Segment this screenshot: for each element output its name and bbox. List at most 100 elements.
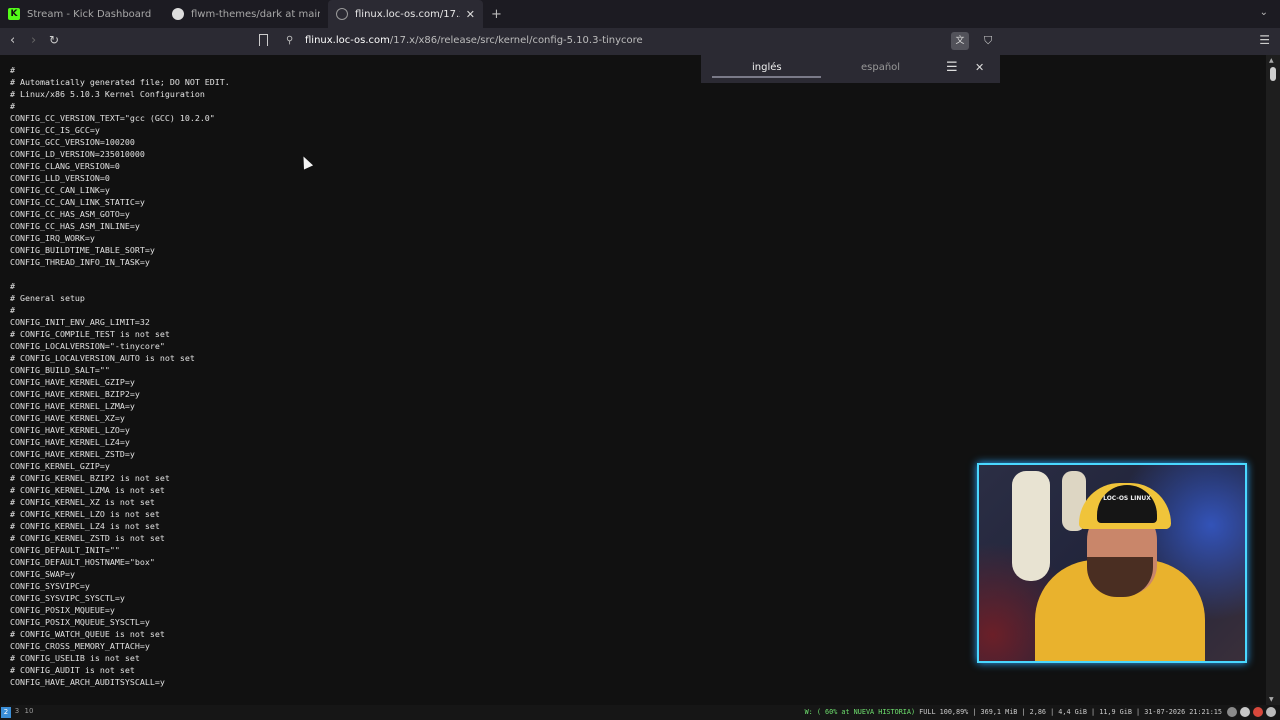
translation-menu-icon[interactable]: ☰ bbox=[946, 60, 958, 75]
guitar-image bbox=[1012, 471, 1050, 581]
config-comment-line: # CONFIG_KERNEL_LZO is not set bbox=[10, 509, 160, 519]
config-line: CONFIG_HAVE_KERNEL_LZ4=y bbox=[10, 437, 130, 447]
config-line: CONFIG_SWAP=y bbox=[10, 569, 75, 579]
globe-icon bbox=[336, 8, 348, 20]
config-line: CONFIG_POSIX_MQUEUE=y bbox=[10, 605, 115, 615]
config-line: CONFIG_HAVE_KERNEL_BZIP2=y bbox=[10, 389, 140, 399]
record-icon[interactable] bbox=[1253, 707, 1263, 717]
config-line: CONFIG_IRQ_WORK=y bbox=[10, 233, 95, 243]
chevron-down-icon[interactable]: ⌄ bbox=[1260, 7, 1268, 18]
wifi-status: W: ( 60% at NUEVA HISTORIA) bbox=[804, 708, 916, 716]
settings-icon[interactable] bbox=[1266, 707, 1276, 717]
config-comment-line: # bbox=[10, 305, 15, 315]
config-line: CONFIG_SYSVIPC_SYSCTL=y bbox=[10, 593, 125, 603]
config-comment-line: # CONFIG_COMPILE_TEST is not set bbox=[10, 329, 170, 339]
close-icon[interactable]: ✕ bbox=[975, 61, 984, 74]
selected-tab-indicator bbox=[712, 76, 821, 78]
config-comment-line: # bbox=[10, 65, 15, 75]
workspace-10[interactable]: 10 bbox=[24, 707, 34, 715]
config-line: CONFIG_BUILDTIME_TABLE_SORT=y bbox=[10, 245, 155, 255]
config-line: CONFIG_GCC_VERSION=100200 bbox=[10, 137, 135, 147]
config-line: CONFIG_LD_VERSION=235010000 bbox=[10, 149, 145, 159]
site-info-icon[interactable]: ⚲ bbox=[286, 35, 293, 46]
menu-icon[interactable]: ☰ bbox=[1259, 33, 1270, 47]
translate-icon[interactable]: 文 bbox=[951, 32, 969, 50]
config-comment-line: # CONFIG_KERNEL_ZSTD is not set bbox=[10, 533, 165, 543]
kick-icon: K bbox=[8, 8, 20, 20]
status-bar-text: W: ( 60% at NUEVA HISTORIA) FULL 100,89%… bbox=[805, 708, 1222, 716]
config-line: CONFIG_HAVE_KERNEL_ZSTD=y bbox=[10, 449, 135, 459]
bookmark-icon[interactable] bbox=[259, 34, 268, 46]
config-line: CONFIG_HAVE_KERNEL_LZO=y bbox=[10, 425, 130, 435]
reload-button[interactable]: ↻ bbox=[49, 33, 59, 47]
scroll-thumb[interactable] bbox=[1270, 67, 1276, 81]
config-line: CONFIG_HAVE_KERNEL_GZIP=y bbox=[10, 377, 135, 387]
config-line: CONFIG_LLD_VERSION=0 bbox=[10, 173, 110, 183]
tab-kick-dashboard[interactable]: K Stream - Kick Dashboard bbox=[0, 0, 164, 28]
scroll-down-icon[interactable]: ▼ bbox=[1269, 696, 1274, 703]
config-line: CONFIG_LOCALVERSION="-tinycore" bbox=[10, 341, 165, 351]
config-line: CONFIG_CROSS_MEMORY_ATTACH=y bbox=[10, 641, 150, 651]
workspace-3[interactable]: 3 bbox=[12, 707, 22, 715]
tab-source-language[interactable]: inglés bbox=[752, 62, 782, 73]
close-tab-icon[interactable]: ✕ bbox=[466, 8, 475, 21]
config-comment-line: # CONFIG_KERNEL_LZMA is not set bbox=[10, 485, 165, 495]
tab-label: flinux.loc-os.com/17.x/x86 bbox=[355, 8, 460, 20]
config-line: CONFIG_HAVE_KERNEL_XZ=y bbox=[10, 413, 125, 423]
github-icon bbox=[172, 8, 184, 20]
config-line: CONFIG_HAVE_ARCH_AUDITSYSCALL=y bbox=[10, 677, 165, 687]
config-comment-line: # Automatically generated file; DO NOT E… bbox=[10, 77, 230, 87]
url-host: flinux.loc-os.com bbox=[305, 35, 390, 46]
config-line: CONFIG_HAVE_KERNEL_LZMA=y bbox=[10, 401, 135, 411]
config-comment-line: # CONFIG_USELIB is not set bbox=[10, 653, 140, 663]
config-comment-line: # bbox=[10, 281, 15, 291]
config-comment-line: # CONFIG_LOCALVERSION_AUTO is not set bbox=[10, 353, 195, 363]
config-comment-line: # CONFIG_KERNEL_LZ4 is not set bbox=[10, 521, 160, 531]
network-icon[interactable] bbox=[1227, 707, 1237, 717]
tab-target-language[interactable]: español bbox=[861, 62, 900, 73]
config-comment-line: # CONFIG_WATCH_QUEUE is not set bbox=[10, 629, 165, 639]
config-comment-line: # CONFIG_KERNEL_BZIP2 is not set bbox=[10, 473, 170, 483]
back-button[interactable]: ‹ bbox=[10, 33, 15, 48]
config-line: CONFIG_SYSVIPC=y bbox=[10, 581, 90, 591]
system-tray bbox=[1227, 707, 1276, 717]
url-path: /17.x/x86/release/src/kernel/config-5.10… bbox=[389, 35, 643, 46]
scrollbar[interactable]: ▲ ▼ bbox=[1266, 55, 1280, 705]
config-comment-line: # CONFIG_AUDIT is not set bbox=[10, 665, 135, 675]
config-comment-line: # General setup bbox=[10, 293, 85, 303]
config-line: CONFIG_KERNEL_GZIP=y bbox=[10, 461, 110, 471]
config-line: CONFIG_INIT_ENV_ARG_LIMIT=32 bbox=[10, 317, 150, 327]
workspace-2[interactable]: 2 bbox=[1, 707, 11, 718]
config-line: CONFIG_CC_CAN_LINK=y bbox=[10, 185, 110, 195]
url-bar[interactable]: flinux.loc-os.com/17.x/x86/release/src/k… bbox=[305, 35, 643, 46]
volume-icon[interactable] bbox=[1240, 707, 1250, 717]
tab-kernel-config[interactable]: flinux.loc-os.com/17.x/x86 ✕ bbox=[328, 0, 483, 28]
forward-button[interactable]: › bbox=[31, 33, 36, 48]
new-tab-button[interactable]: + bbox=[491, 7, 502, 22]
config-line: CONFIG_CC_IS_GCC=y bbox=[10, 125, 100, 135]
taskbar: 2 3 10 W: ( 60% at NUEVA HISTORIA) FULL … bbox=[0, 705, 1280, 720]
tab-bar: K Stream - Kick Dashboard flwm-themes/da… bbox=[0, 0, 1280, 28]
shield-icon[interactable]: ⛉ bbox=[984, 34, 992, 48]
tab-label: Stream - Kick Dashboard bbox=[27, 8, 152, 20]
config-comment-line: # bbox=[10, 101, 15, 111]
translation-popup: inglés español ☰ ✕ bbox=[701, 55, 1000, 83]
config-text: # # Automatically generated file; DO NOT … bbox=[10, 64, 230, 688]
scroll-up-icon[interactable]: ▲ bbox=[1269, 57, 1274, 64]
navigation-bar: ‹ › ↻ ⚲ flinux.loc-os.com/17.x/x86/relea… bbox=[0, 28, 1280, 55]
config-comment-line: # CONFIG_KERNEL_XZ is not set bbox=[10, 497, 155, 507]
system-stats: FULL 100,89% | 369,1 MiB | 2,86 | 4,4 Gi… bbox=[919, 708, 1222, 716]
config-line: CONFIG_CLANG_VERSION=0 bbox=[10, 161, 120, 171]
config-line: CONFIG_CC_HAS_ASM_INLINE=y bbox=[10, 221, 140, 231]
config-line: CONFIG_DEFAULT_HOSTNAME="box" bbox=[10, 557, 155, 567]
config-line: CONFIG_THREAD_INFO_IN_TASK=y bbox=[10, 257, 150, 267]
tab-label: flwm-themes/dark at main · o bbox=[191, 8, 320, 20]
config-line: CONFIG_DEFAULT_INIT="" bbox=[10, 545, 120, 555]
config-line: CONFIG_CC_CAN_LINK_STATIC=y bbox=[10, 197, 145, 207]
tab-github[interactable]: flwm-themes/dark at main · o bbox=[164, 0, 328, 28]
config-line: CONFIG_POSIX_MQUEUE_SYSCTL=y bbox=[10, 617, 150, 627]
config-comment-line: # Linux/x86 5.10.3 Kernel Configuration bbox=[10, 89, 205, 99]
config-line: CONFIG_CC_VERSION_TEXT="gcc (GCC) 10.2.0… bbox=[10, 113, 215, 123]
webcam-overlay: LOC-OS LINUX bbox=[977, 463, 1247, 663]
